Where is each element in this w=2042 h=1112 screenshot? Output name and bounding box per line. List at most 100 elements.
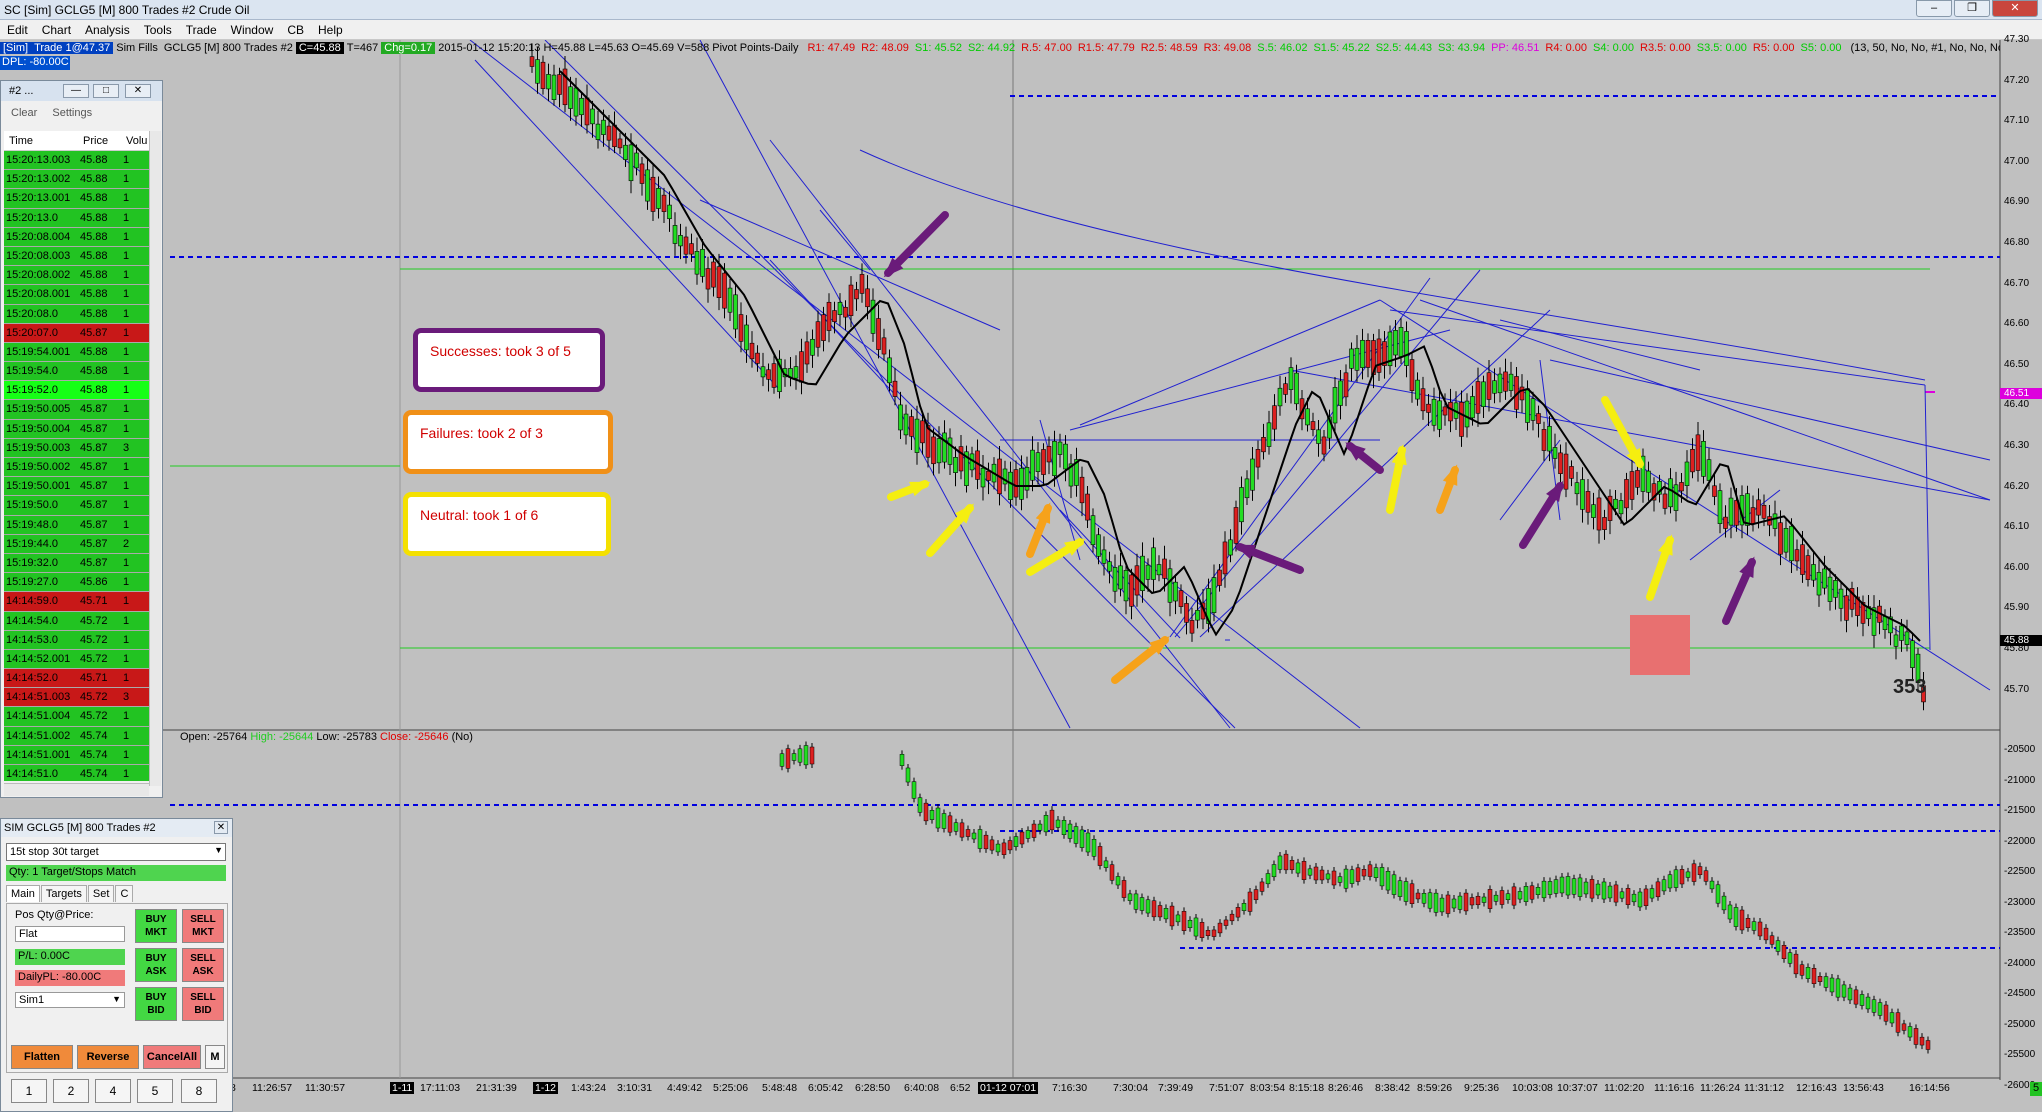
minimize-button[interactable]: – <box>1916 0 1952 17</box>
col-volume[interactable]: Volu <box>121 131 149 150</box>
trade-window[interactable]: SIM GCLG5 [M] 800 Trades #2 ✕ 15t stop 3… <box>0 818 233 1112</box>
tns-vertical-scrollbar[interactable] <box>149 131 161 786</box>
candle <box>716 266 722 298</box>
time-and-sales-window[interactable]: #2 ... — □ ✕ Clear Settings Time Price V… <box>0 80 163 798</box>
sub-candle <box>1595 883 1601 896</box>
maximize-button[interactable]: ❐ <box>1954 0 1990 17</box>
sub-candle <box>1583 881 1589 895</box>
candle <box>931 436 936 465</box>
account-select[interactable]: Sim1 ▼ <box>15 992 125 1008</box>
menu-analysis[interactable]: Analysis <box>78 23 137 37</box>
sub-candle <box>1793 953 1799 975</box>
sub-candle <box>1565 876 1571 896</box>
sub-candle <box>791 753 797 761</box>
success-note: Successes: took 3 of 5 <box>413 328 605 392</box>
tab-set[interactable]: Set <box>87 885 115 902</box>
price-tick: 46.30 <box>2004 440 2030 451</box>
sub-candle <box>1085 832 1091 853</box>
sub-candle <box>1259 881 1265 892</box>
sub-candle <box>1055 819 1061 828</box>
col-time[interactable]: Time <box>4 131 78 150</box>
sub-candle <box>1409 883 1415 904</box>
candle <box>1794 549 1800 562</box>
reverse-button[interactable]: Reverse <box>77 1045 139 1069</box>
candle <box>815 321 821 348</box>
time-tick: 8:26:46 <box>1328 1082 1364 1094</box>
close-button[interactable]: ✕ <box>1992 0 2038 17</box>
tns-price: 45.74 <box>80 748 108 761</box>
menu-window[interactable]: Window <box>224 23 281 37</box>
tns-close-button[interactable]: ✕ <box>125 84 151 98</box>
candle <box>1910 640 1915 668</box>
col-price[interactable]: Price <box>78 131 121 150</box>
sell-ask-button[interactable]: SELL ASK <box>182 948 224 982</box>
trade-close-icon[interactable]: ✕ <box>214 821 228 834</box>
candle <box>689 243 694 255</box>
sub-candle <box>1823 976 1829 988</box>
pl-value: P/L: 0.00C <box>15 949 125 965</box>
price-chart[interactable] <box>0 40 2042 1112</box>
tns-time: 14:14:51.001 <box>6 748 71 761</box>
qty-4-button[interactable]: 4 <box>95 1079 131 1103</box>
candle <box>1591 504 1596 518</box>
sell-bid-button[interactable]: SELL BID <box>182 987 224 1021</box>
buy-bid-button[interactable]: BUY BID <box>135 987 177 1021</box>
tns-minimize-button[interactable]: — <box>63 84 89 98</box>
time-tick: 8:03:54 <box>1250 1082 1286 1094</box>
sub-candle <box>1367 864 1373 877</box>
tab-targets[interactable]: Targets <box>40 885 87 902</box>
qty-2-button[interactable]: 2 <box>53 1079 89 1103</box>
qty-5-button[interactable]: 5 <box>137 1079 173 1103</box>
price-tick: 45.90 <box>2004 602 2030 614</box>
sell-market-button[interactable]: SELL MKT <box>182 909 224 943</box>
candle <box>1569 466 1574 479</box>
candle <box>1349 348 1354 369</box>
sub-candle <box>1235 907 1241 918</box>
candle <box>1019 467 1024 500</box>
tns-price: 45.88 <box>80 154 108 166</box>
trend-line <box>1924 384 1931 651</box>
price-tick: 47.00 <box>2004 155 2030 167</box>
menu-edit[interactable]: Edit <box>0 23 35 37</box>
tns-time: 15:20:08.001 <box>6 288 71 301</box>
tns-volume: 1 <box>123 652 130 665</box>
menu-trade[interactable]: Trade <box>179 23 224 37</box>
tns-price: 45.88 <box>80 230 108 243</box>
tns-maximize-button[interactable]: □ <box>93 84 119 98</box>
candle <box>529 56 535 67</box>
menu-tools[interactable]: Tools <box>137 23 179 37</box>
buy-ask-button[interactable]: BUY ASK <box>135 948 177 982</box>
sub-candle <box>1781 945 1787 959</box>
candle <box>546 74 551 90</box>
tns-settings-button[interactable]: Settings <box>52 107 92 119</box>
sub-candle <box>1697 866 1703 876</box>
subgraph-tick: -22000 <box>2004 835 2036 847</box>
tns-price: 45.87 <box>80 537 108 550</box>
m-button[interactable]: M <box>205 1045 225 1069</box>
qty-8-button[interactable]: 8 <box>181 1079 217 1103</box>
candle <box>1052 440 1057 477</box>
candle <box>1173 581 1178 602</box>
cancel-all-button[interactable]: CancelAll <box>143 1045 201 1069</box>
tns-price: 45.72 <box>80 652 108 665</box>
tab-c[interactable]: C <box>115 885 134 902</box>
chart-area[interactable] <box>0 40 2042 1112</box>
menu-help[interactable]: Help <box>311 23 350 37</box>
menu-chart[interactable]: Chart <box>35 23 78 37</box>
candle <box>1618 500 1624 515</box>
tns-clear-button[interactable]: Clear <box>11 107 37 119</box>
candle <box>837 302 843 315</box>
tab-main[interactable]: Main <box>6 885 40 902</box>
sub-candle <box>1925 1040 1931 1050</box>
tns-horizontal-scrollbar[interactable] <box>4 783 149 796</box>
sub-candle <box>1403 881 1409 902</box>
buy-market-button[interactable]: BUY MKT <box>135 909 177 943</box>
flatten-button[interactable]: Flatten <box>11 1045 73 1069</box>
candle <box>1470 396 1475 419</box>
qty-1-button[interactable]: 1 <box>11 1079 47 1103</box>
menu-cb[interactable]: CB <box>280 23 311 37</box>
strategy-select[interactable]: 15t stop 30t target ▼ <box>6 843 226 861</box>
sub-candle <box>1307 868 1313 876</box>
sub-candle <box>1847 987 1853 1001</box>
candle <box>1635 470 1640 488</box>
